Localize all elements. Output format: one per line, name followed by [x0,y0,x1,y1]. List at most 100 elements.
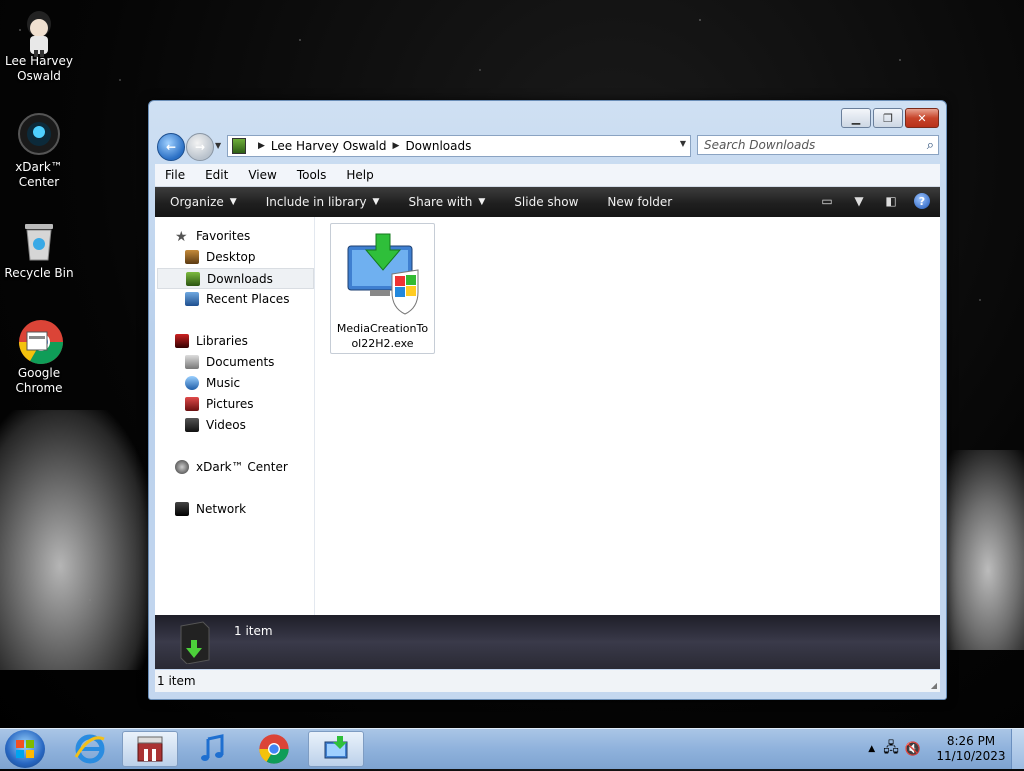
change-view-button[interactable]: ▭ [818,192,836,210]
chevron-down-icon: ▼ [372,197,380,207]
menu-view[interactable]: View [238,168,286,182]
status-bar: 1 item ◢ [155,670,940,692]
menu-tools[interactable]: Tools [287,168,337,182]
forward-button[interactable]: → [186,133,214,161]
minimize-button[interactable]: ▁ [841,108,871,128]
desktop-icon [185,249,199,264]
clock-date: 11/10/2023 [936,749,1006,763]
nav-item-downloads[interactable]: Downloads [157,268,314,289]
pictures-icon [185,396,199,411]
downloads-folder-icon [186,271,200,286]
chevron-down-icon: ▼ [229,197,237,207]
store-icon [137,736,163,762]
search-icon[interactable]: ⌕ [927,138,934,153]
close-icon: ✕ [917,111,927,125]
nav-item-network[interactable]: Network [175,498,332,519]
maximize-icon: ❐ [883,111,893,125]
file-list[interactable]: MediaCreationTo ol22H2.exe [315,217,940,615]
chevron-right-icon[interactable]: ▶ [258,141,265,151]
taskbar-chrome[interactable] [246,731,302,767]
taskbar: ▲ 🖧 🔇 8:26 PM 11/10/2023 [0,728,1024,769]
folder-icon [232,138,246,154]
breadcrumb-segment[interactable]: Lee Harvey Oswald [271,139,387,153]
desktop-icon-xdark-center[interactable]: xDark™ Center [4,112,74,190]
nav-item-label: xDark™ Center [196,459,288,474]
chevron-right-icon[interactable]: ▶ [393,141,400,151]
nav-item-label: Recent Places [206,291,290,306]
taskbar-internet-explorer[interactable] [62,731,118,767]
menu-file[interactable]: File [155,168,195,182]
share-with-button[interactable]: Share with ▼ [393,195,499,209]
recent-pages-dropdown[interactable]: ▼ [215,141,221,150]
installer-icon [347,233,418,315]
windows-logo-icon [16,740,34,758]
desktop-icon-label: Oswald [17,69,61,83]
maximize-button[interactable]: ❐ [873,108,903,128]
window-controls: ▁ ❐ ✕ [841,108,939,128]
volume-muted-icon[interactable]: 🔇 [905,742,921,757]
network-status-icon[interactable]: 🖧 [883,737,899,761]
back-arrow-icon: ← [165,140,177,154]
nav-item-label: Music [206,375,241,390]
taskbar-itunes[interactable] [184,731,240,767]
chrome-icon [259,734,289,764]
address-dropdown-icon[interactable]: ▼ [680,139,686,148]
include-in-library-button[interactable]: Include in library ▼ [251,195,394,209]
nav-item-label: Libraries [196,333,248,348]
desktop-icon-recycle-bin[interactable]: Recycle Bin [4,218,74,281]
start-button[interactable] [5,730,45,768]
toolbar-right: ▭ ▼ ◧ ? [818,192,930,210]
menu-edit[interactable]: Edit [195,168,238,182]
nav-item-label: Documents [206,354,275,369]
search-placeholder: Search Downloads [704,138,816,152]
breadcrumb-segment[interactable]: Downloads [405,139,471,153]
organize-button[interactable]: Organize ▼ [155,195,251,209]
desktop-icon-label: Recycle Bin [4,266,74,280]
chevron-down-icon: ▼ [854,194,864,208]
show-hidden-icons-button[interactable]: ▲ [868,744,875,754]
search-input[interactable]: Search Downloads ⌕ [697,135,939,155]
taskbar-store[interactable] [122,731,178,767]
forward-arrow-icon: → [194,140,206,154]
nav-item-label: Pictures [206,396,254,411]
desktop-icon-google-chrome[interactable]: Google Chrome [4,318,74,396]
desktop-icon-label: Google [17,366,61,380]
view-options-dropdown[interactable]: ▼ [850,192,868,210]
slide-show-label: Slide show [514,195,579,209]
taskbar-media-creation-tool[interactable] [308,731,364,767]
nav-item-favorites[interactable]: ★ Favorites [175,225,332,246]
address-bar[interactable]: ▶ Lee Harvey Oswald ▶ Downloads ▼ [227,135,691,157]
menu-help[interactable]: Help [336,168,383,182]
user-folder-icon [17,6,61,57]
nav-item-label: Favorites [196,228,251,243]
file-item[interactable]: MediaCreationTo ol22H2.exe [330,223,435,354]
libraries-icon [175,333,189,348]
wallpaper-clouds [934,450,1024,650]
navigation-pane: ★ Favorites Desktop Downloads Recent Pla… [155,217,315,615]
nav-item-xdark-center[interactable]: xDark™ Center [175,456,332,477]
desktop-icon-label: Center [18,175,60,189]
nav-item-label: Videos [206,417,246,432]
new-folder-button[interactable]: New folder [592,195,686,209]
music-icon [185,375,199,390]
documents-icon [185,354,199,369]
clock[interactable]: 8:26 PM 11/10/2023 [931,734,1011,764]
close-button[interactable]: ✕ [905,108,939,128]
star-icon: ★ [175,228,188,245]
chrome-icon [17,318,63,364]
resize-grip-icon[interactable]: ◢ [931,681,937,690]
desktop-icon-user-folder[interactable]: Lee Harvey Oswald [4,6,74,84]
preview-pane-button[interactable]: ◧ [882,192,900,210]
clock-time: 8:26 PM [946,734,996,748]
show-desktop-button[interactable] [1011,729,1024,769]
nav-item-libraries[interactable]: Libraries [175,330,332,351]
help-icon[interactable]: ? [914,193,930,209]
slide-show-button[interactable]: Slide show [499,195,592,209]
downloads-folder-icon [180,621,210,664]
back-button[interactable]: ← [157,133,185,161]
view-icon: ▭ [821,194,833,208]
wallpaper-clouds [0,410,150,670]
share-with-label: Share with [408,195,473,209]
videos-icon [185,417,199,432]
nav-item-label: Downloads [207,271,273,286]
